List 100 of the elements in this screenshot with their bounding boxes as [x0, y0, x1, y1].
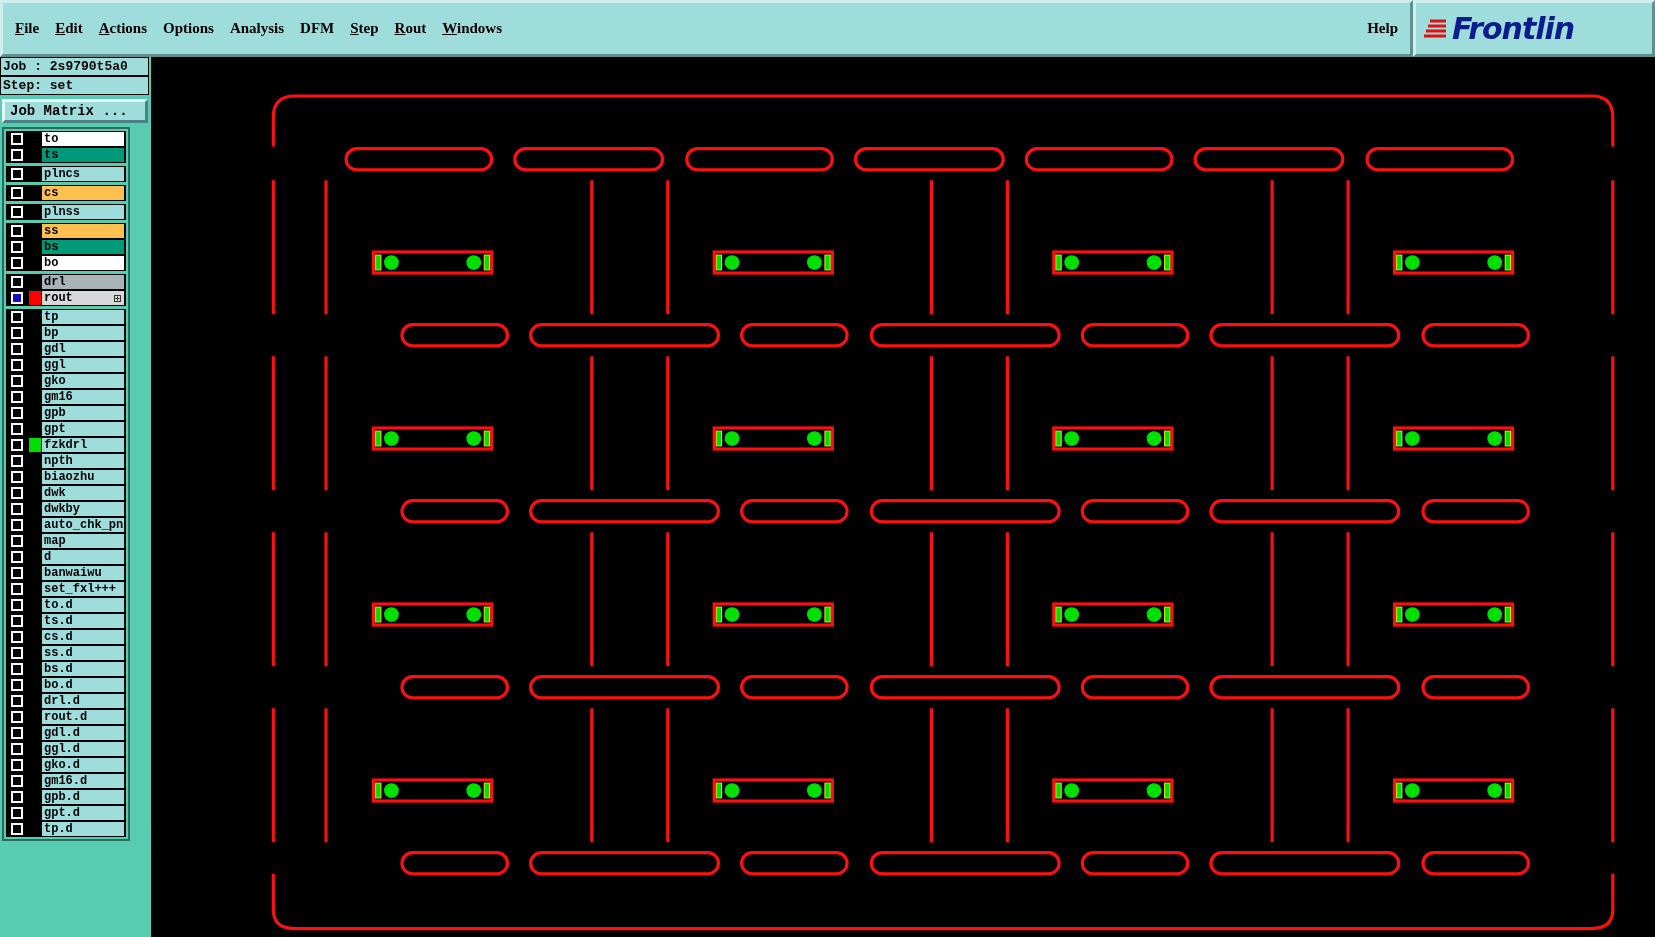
layer-checkbox[interactable] — [11, 503, 23, 515]
layer-checkbox[interactable] — [11, 743, 23, 755]
job-matrix-button[interactable]: Job Matrix ... — [2, 99, 148, 123]
layer-checkbox[interactable] — [11, 807, 23, 819]
layer-name[interactable]: gpt.d — [42, 806, 124, 820]
layer-checkbox[interactable] — [11, 583, 23, 595]
layer-checkbox[interactable] — [11, 241, 23, 253]
logo-text: Frontlin — [1452, 11, 1575, 46]
layer-name[interactable]: d — [42, 550, 124, 564]
layer-name[interactable]: gpb — [42, 406, 124, 420]
layer-name[interactable]: plncs — [42, 167, 124, 181]
layer-name[interactable]: bs — [42, 240, 124, 254]
layer-checkbox[interactable] — [11, 519, 23, 531]
layer-name[interactable]: plnss — [42, 205, 124, 219]
help-menu[interactable]: Help — [1367, 20, 1398, 37]
layer-name[interactable]: biaozhu — [42, 470, 124, 484]
menu-item[interactable]: Actions — [98, 20, 148, 37]
menu-item[interactable]: Analysis — [229, 20, 285, 37]
layer-checkbox[interactable] — [11, 727, 23, 739]
layer-checkbox[interactable] — [11, 759, 23, 771]
layer-checkbox[interactable] — [11, 775, 23, 787]
layer-checkbox[interactable] — [11, 663, 23, 675]
layer-checkbox[interactable] — [11, 455, 23, 467]
layer-name[interactable]: cs.d — [42, 630, 124, 644]
layer-name[interactable]: drl — [42, 275, 124, 289]
layer-name[interactable]: map — [42, 534, 124, 548]
layer-checkbox[interactable] — [11, 327, 23, 339]
layer-checkbox[interactable] — [11, 567, 23, 579]
layer-checkbox[interactable] — [11, 823, 23, 835]
layer-name[interactable]: ggl.d — [42, 742, 124, 756]
layer-name[interactable]: bs.d — [42, 662, 124, 676]
layer-name[interactable]: ss.d — [42, 646, 124, 660]
layer-checkbox[interactable] — [11, 391, 23, 403]
layer-name[interactable]: dwkby — [42, 502, 124, 516]
layer-checkbox[interactable] — [11, 375, 23, 387]
layer-checkbox[interactable] — [11, 631, 23, 643]
layer-name[interactable]: gko.d — [42, 758, 124, 772]
layer-checkbox[interactable] — [11, 551, 23, 563]
menu-item[interactable]: Edit — [55, 20, 83, 37]
logo-icon — [1424, 17, 1448, 40]
layer-checkbox[interactable] — [11, 133, 23, 145]
layer-name[interactable]: gpb.d — [42, 790, 124, 804]
layer-checkbox[interactable] — [11, 647, 23, 659]
layer-checkbox[interactable] — [11, 695, 23, 707]
layer-name[interactable]: gm16 — [42, 390, 124, 404]
layer-name[interactable]: gpt — [42, 422, 124, 436]
layer-name[interactable]: ts — [42, 148, 124, 162]
menu-item[interactable]: DFM — [300, 20, 335, 37]
layer-name[interactable]: ss — [42, 224, 124, 238]
layer-name[interactable]: ts.d — [42, 614, 124, 628]
menu-item[interactable]: Step — [350, 20, 379, 37]
layer-name[interactable]: ggl — [42, 358, 124, 372]
layer-checkbox[interactable] — [11, 257, 23, 269]
layer-checkbox[interactable] — [11, 292, 23, 304]
menu-item[interactable]: File — [15, 20, 40, 37]
layer-checkbox[interactable] — [11, 206, 23, 218]
layer-name[interactable]: rout — [42, 291, 124, 305]
layer-checkbox[interactable] — [11, 311, 23, 323]
layer-checkbox[interactable] — [11, 471, 23, 483]
layer-name[interactable]: set_fxl+++ — [42, 582, 124, 596]
layer-name[interactable]: drl.d — [42, 694, 124, 708]
layer-name[interactable]: fzkdrl — [42, 438, 124, 452]
layer-name[interactable]: cs — [42, 186, 124, 200]
menu-item[interactable]: Windows — [442, 20, 503, 37]
layer-name[interactable]: rout.d — [42, 710, 124, 724]
layer-checkbox[interactable] — [11, 187, 23, 199]
layer-name[interactable]: banwaiwu — [42, 566, 124, 580]
layer-name[interactable]: gm16.d — [42, 774, 124, 788]
layer-checkbox[interactable] — [11, 535, 23, 547]
layer-checkbox[interactable] — [11, 711, 23, 723]
layer-checkbox[interactable] — [11, 407, 23, 419]
layer-checkbox[interactable] — [11, 679, 23, 691]
layer-name[interactable]: bp — [42, 326, 124, 340]
layer-name[interactable]: tp.d — [42, 822, 124, 836]
menu-item[interactable]: Rout — [394, 20, 427, 37]
layer-checkbox[interactable] — [11, 168, 23, 180]
layer-checkbox[interactable] — [11, 225, 23, 237]
layer-checkbox[interactable] — [11, 359, 23, 371]
layer-checkbox[interactable] — [11, 791, 23, 803]
layer-name[interactable]: tp — [42, 310, 124, 324]
layer-name[interactable]: gdl — [42, 342, 124, 356]
layer-name[interactable]: gdl.d — [42, 726, 124, 740]
layer-name[interactable]: gko — [42, 374, 124, 388]
layer-checkbox[interactable] — [11, 615, 23, 627]
layer-checkbox[interactable] — [11, 423, 23, 435]
layer-checkbox[interactable] — [11, 343, 23, 355]
layer-checkbox[interactable] — [11, 487, 23, 499]
menu-item[interactable]: Options — [163, 20, 214, 37]
layer-name[interactable]: dwk — [42, 486, 124, 500]
expand-icon[interactable] — [114, 294, 121, 302]
layer-checkbox[interactable] — [11, 439, 23, 451]
layer-name[interactable]: bo — [42, 256, 124, 270]
layer-name[interactable]: to.d — [42, 598, 124, 612]
layer-name[interactable]: bo.d — [42, 678, 124, 692]
layer-checkbox[interactable] — [11, 149, 23, 161]
layer-name[interactable]: npth — [42, 454, 124, 468]
layer-checkbox[interactable] — [11, 599, 23, 611]
layer-checkbox[interactable] — [11, 276, 23, 288]
layer-name[interactable]: auto_chk_pn — [42, 518, 124, 532]
layer-name[interactable]: to — [42, 132, 124, 146]
